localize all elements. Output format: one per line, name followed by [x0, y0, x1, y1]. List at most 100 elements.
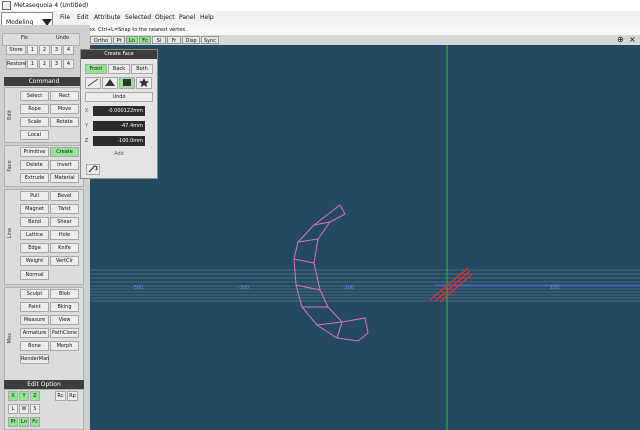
zoom-in-icon[interactable]: ⊕	[617, 35, 624, 44]
edge-button[interactable]: Edge	[20, 243, 49, 253]
undo-label[interactable]: Undo	[56, 35, 69, 41]
menu-panel[interactable]: Panel	[179, 14, 195, 21]
menu-help[interactable]: Help	[200, 14, 214, 21]
line-toggle[interactable]: Ln	[19, 417, 29, 427]
pathclone-button[interactable]: PathClone	[50, 328, 79, 338]
world-toggle[interactable]: W	[19, 404, 29, 414]
polygon-mode-icon[interactable]	[136, 77, 152, 89]
z-axis-label: Z	[84, 138, 89, 144]
move-button[interactable]: Move	[50, 104, 79, 114]
rect-button[interactable]: Rect	[50, 91, 79, 101]
menu-object[interactable]: Object	[155, 14, 175, 21]
add-button[interactable]: Add	[81, 151, 157, 157]
menu-attribute[interactable]: Attribute	[94, 14, 121, 21]
edit-group-label: Edit	[7, 110, 13, 120]
create-face-undo-button[interactable]: Undo	[85, 92, 153, 102]
screen-toggle[interactable]: S	[30, 404, 40, 414]
rope-button[interactable]: Rope	[20, 104, 49, 114]
view-sl-toggle[interactable]: Sl	[152, 36, 166, 44]
armature-button[interactable]: Armature	[20, 328, 49, 338]
front-tab[interactable]: Front	[85, 64, 107, 74]
restore-slot-1[interactable]: 1	[27, 59, 38, 69]
view-point-toggle[interactable]: Pt	[113, 36, 125, 44]
local-toggle[interactable]: L	[8, 404, 18, 414]
model-mesh[interactable]	[293, 204, 369, 342]
menu-edit[interactable]: Edit	[77, 14, 89, 21]
restore-slot-3[interactable]: 3	[51, 59, 62, 69]
axis-y-toggle[interactable]: Y	[19, 391, 29, 401]
sculpt-button[interactable]: Sculpt	[20, 289, 49, 299]
weight-button[interactable]: Weight	[20, 256, 49, 266]
twist-button[interactable]: Twist	[50, 204, 79, 214]
bend-button[interactable]: Bend	[20, 217, 49, 227]
rp-toggle[interactable]: Rp	[67, 391, 78, 401]
view-face-toggle[interactable]: Fc	[139, 36, 151, 44]
measure-button[interactable]: Measure	[20, 315, 49, 325]
store-slot-2[interactable]: 2	[39, 45, 50, 55]
local-button[interactable]: Local	[20, 130, 49, 140]
triangle-mode-icon[interactable]	[102, 77, 118, 89]
wrench-icon[interactable]	[86, 164, 100, 175]
vertclr-button[interactable]: VertClr	[50, 256, 79, 266]
view-button[interactable]: View	[50, 315, 79, 325]
app-icon	[2, 1, 11, 10]
axis-x-toggle[interactable]: X	[8, 391, 18, 401]
store-slot-1[interactable]: 1	[27, 45, 38, 55]
grid-label: -100	[343, 285, 354, 291]
line-mode-icon[interactable]	[85, 77, 101, 89]
bone-button[interactable]: Bone	[20, 341, 49, 351]
sync-button[interactable]: Sync	[201, 36, 219, 44]
blob-button[interactable]: Blob	[50, 289, 79, 299]
lattice-button[interactable]: Lattice	[20, 230, 49, 240]
store-button[interactable]: Store	[6, 45, 26, 55]
rc-toggle[interactable]: Rc	[55, 391, 66, 401]
view-fr-toggle[interactable]: Fr	[167, 36, 181, 44]
view-line-toggle[interactable]: Ln	[126, 36, 138, 44]
menu-file[interactable]: File	[60, 14, 70, 21]
y-value-field[interactable]: -47.4mm	[93, 121, 145, 131]
hole-button[interactable]: Hole	[50, 230, 79, 240]
both-tab[interactable]: Both	[131, 64, 153, 74]
bking-button[interactable]: Bking	[50, 302, 79, 312]
misc-group-label: Misc	[7, 332, 13, 344]
quad-mode-icon[interactable]	[119, 77, 135, 89]
disp-button[interactable]: Disp	[182, 36, 200, 44]
x-value-field[interactable]: -0.000122mm	[93, 106, 145, 116]
3d-viewport[interactable]: -300 -200 -100 100	[90, 45, 640, 430]
extrude-button[interactable]: Extrude	[20, 173, 49, 183]
point-toggle[interactable]: Pt	[8, 417, 18, 427]
rotate-button[interactable]: Rotate	[50, 117, 79, 127]
ortho-button[interactable]: Ortho	[90, 36, 112, 44]
edit-option-header: Edit Option	[4, 380, 84, 389]
close-view-icon[interactable]: ×	[629, 35, 636, 44]
pull-button[interactable]: Pull	[20, 191, 49, 201]
bevel-button[interactable]: Bevel	[50, 191, 79, 201]
grid-label: -300	[132, 285, 143, 291]
store-slot-4[interactable]: 4	[63, 45, 74, 55]
face-toggle[interactable]: Fc	[30, 417, 40, 427]
magnet-button[interactable]: Magnet	[20, 204, 49, 214]
undo-redo-label[interactable]: Fix	[21, 35, 28, 41]
back-tab[interactable]: Back	[108, 64, 130, 74]
store-slot-3[interactable]: 3	[51, 45, 62, 55]
axis-z-toggle[interactable]: Z	[30, 391, 40, 401]
command-header: Command	[4, 77, 84, 86]
restore-button[interactable]: Restore	[6, 59, 26, 69]
restore-slot-2[interactable]: 2	[39, 59, 50, 69]
z-value-field[interactable]: -100.0mm	[93, 136, 145, 146]
renderman-button[interactable]: RenderMan	[20, 354, 49, 364]
knife-button[interactable]: Knife	[50, 243, 79, 253]
menu-selected[interactable]: Selected	[125, 14, 151, 21]
shear-button[interactable]: Shear	[50, 217, 79, 227]
normal-button[interactable]: Normal	[20, 270, 49, 280]
select-button[interactable]: Select	[20, 91, 49, 101]
primitive-button[interactable]: Primitive	[20, 147, 49, 157]
scale-button[interactable]: Scale	[20, 117, 49, 127]
material-button[interactable]: Material	[50, 173, 79, 183]
invert-button[interactable]: Invert	[50, 160, 79, 170]
delete-button[interactable]: Delete	[20, 160, 49, 170]
morph-button[interactable]: Morph	[50, 341, 79, 351]
create-button[interactable]: Create	[50, 147, 79, 157]
restore-slot-4[interactable]: 4	[63, 59, 74, 69]
paint-button[interactable]: Paint	[20, 302, 49, 312]
